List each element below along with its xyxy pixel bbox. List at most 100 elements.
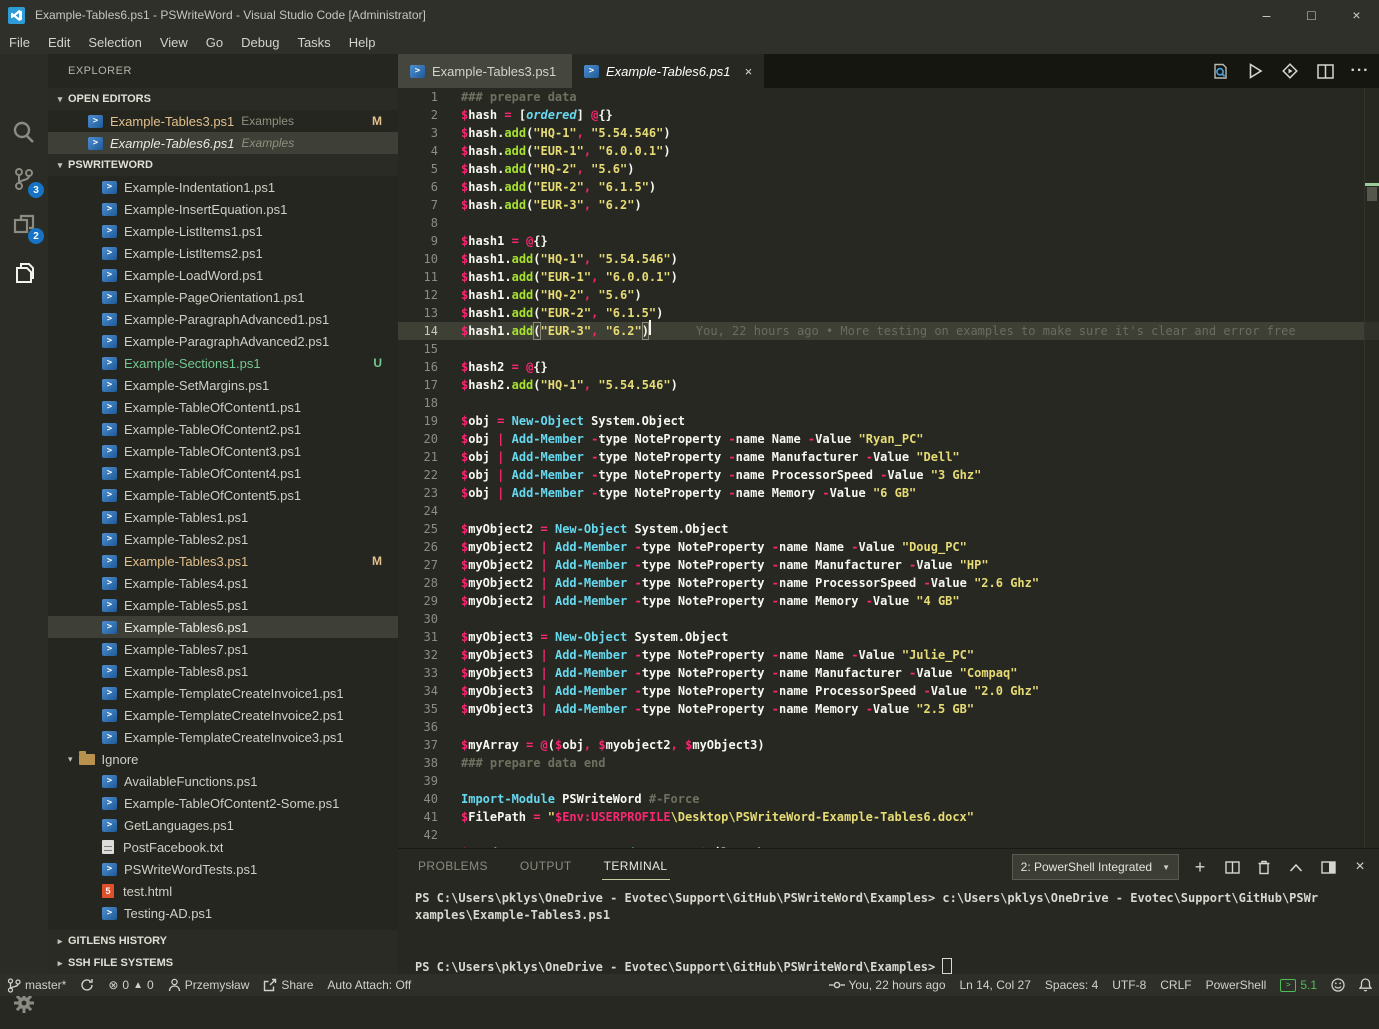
- code-line[interactable]: 7$hash.add("EUR-3", "6.2"): [398, 196, 1379, 214]
- editor-tab[interactable]: >Example-Tables6.ps1×: [572, 54, 764, 88]
- gitlens-icon[interactable]: [1277, 58, 1303, 84]
- menu-selection[interactable]: Selection: [79, 32, 150, 53]
- code-line[interactable]: 18: [398, 394, 1379, 412]
- panel-tab-terminal[interactable]: TERMINAL: [602, 853, 670, 880]
- split-terminal-icon[interactable]: [1221, 856, 1243, 878]
- folder-row[interactable]: ▾Ignore: [48, 748, 398, 770]
- file-row[interactable]: >GetLanguages.ps1: [48, 814, 398, 836]
- file-row[interactable]: >Example-TableOfContent1.ps1: [48, 396, 398, 418]
- code-line[interactable]: 1### prepare data: [398, 88, 1379, 106]
- menu-view[interactable]: View: [151, 32, 197, 53]
- code-line[interactable]: 14$hash1.add("EUR-3", "6.2")You, 22 hour…: [398, 322, 1379, 340]
- file-row[interactable]: >Example-ParagraphAdvanced2.ps1: [48, 330, 398, 352]
- editor-scrollbar[interactable]: [1364, 88, 1379, 848]
- folder-section-header[interactable]: ▾ PSWRITEWORD: [48, 154, 398, 176]
- file-row[interactable]: >Example-TemplateCreateInvoice1.ps1: [48, 682, 398, 704]
- code-line[interactable]: 41$FilePath = "$Env:USERPROFILE\Desktop\…: [398, 808, 1379, 826]
- code-line[interactable]: 3$hash.add("HQ-1", "5.54.546"): [398, 124, 1379, 142]
- code-line[interactable]: 9$hash1 = @{}: [398, 232, 1379, 250]
- status-item[interactable]: [1324, 974, 1352, 996]
- file-row[interactable]: >Example-LoadWord.ps1: [48, 264, 398, 286]
- menu-help[interactable]: Help: [340, 32, 385, 53]
- file-row[interactable]: >Example-ListItems1.ps1: [48, 220, 398, 242]
- code-line[interactable]: 24: [398, 502, 1379, 520]
- code-line[interactable]: 39: [398, 772, 1379, 790]
- code-line[interactable]: 33$myObject3 | Add-Member -type NoteProp…: [398, 664, 1379, 682]
- more-actions-icon[interactable]: ···: [1347, 58, 1373, 84]
- file-row[interactable]: >Example-Tables5.ps1: [48, 594, 398, 616]
- panel-tab-output[interactable]: OUTPUT: [518, 853, 574, 879]
- file-row[interactable]: >Example-Tables2.ps1: [48, 528, 398, 550]
- terminal-selector[interactable]: 2: PowerShell Integrated ▼: [1012, 854, 1179, 880]
- code-line[interactable]: 40Import-Module PSWriteWord #-Force: [398, 790, 1379, 808]
- file-row[interactable]: >Testing-AD.ps1: [48, 902, 398, 924]
- file-row[interactable]: >Example-ParagraphAdvanced1.ps1: [48, 308, 398, 330]
- open-changes-icon[interactable]: [1207, 58, 1233, 84]
- menu-debug[interactable]: Debug: [232, 32, 288, 53]
- menu-file[interactable]: File: [0, 32, 39, 53]
- file-row[interactable]: >Example-TableOfContent4.ps1: [48, 462, 398, 484]
- open-editor-item[interactable]: >Example-Tables3.ps1ExamplesM: [48, 110, 398, 132]
- code-line[interactable]: 35$myObject3 | Add-Member -type NoteProp…: [398, 700, 1379, 718]
- terminal[interactable]: PS C:\Users\pklys\OneDrive - Evotec\Supp…: [398, 883, 1379, 1029]
- file-row[interactable]: >Example-ListItems2.ps1: [48, 242, 398, 264]
- file-row[interactable]: >Example-Sections1.ps1U: [48, 352, 398, 374]
- status-item-you-22-hours-ago[interactable]: You, 22 hours ago: [822, 974, 953, 996]
- code-line[interactable]: 37$myArray = @($obj, $myobject2, $myObje…: [398, 736, 1379, 754]
- panel-tab-problems[interactable]: PROBLEMS: [416, 853, 490, 879]
- code-line[interactable]: 23$obj | Add-Member -type NoteProperty -…: [398, 484, 1379, 502]
- code-line[interactable]: 15: [398, 340, 1379, 358]
- split-editor-icon[interactable]: [1312, 58, 1338, 84]
- code-line[interactable]: 2$hash = [ordered] @{}: [398, 106, 1379, 124]
- file-row[interactable]: >Example-SetMargins.ps1: [48, 374, 398, 396]
- status-item-ln-14-col-27[interactable]: Ln 14, Col 27: [953, 974, 1038, 996]
- code-line[interactable]: 32$myObject3 | Add-Member -type NoteProp…: [398, 646, 1379, 664]
- file-row[interactable]: >Example-TemplateCreateInvoice2.ps1: [48, 704, 398, 726]
- open-editors-header[interactable]: ▾ OPEN EDITORS: [48, 88, 398, 110]
- menu-edit[interactable]: Edit: [39, 32, 79, 53]
- file-row[interactable]: >Example-TemplateCreateInvoice3.ps1: [48, 726, 398, 748]
- file-row[interactable]: >Example-Tables1.ps1: [48, 506, 398, 528]
- file-row[interactable]: >PSWriteWordTests.ps1: [48, 858, 398, 880]
- explorer-icon[interactable]: [0, 252, 48, 294]
- file-row[interactable]: >Example-PageOrientation1.ps1: [48, 286, 398, 308]
- menu-tasks[interactable]: Tasks: [288, 32, 339, 53]
- status-item[interactable]: [73, 974, 101, 996]
- editor-tab[interactable]: >Example-Tables3.ps1: [398, 54, 572, 88]
- code-line[interactable]: 17$hash2.add("HQ-1", "5.54.546"): [398, 376, 1379, 394]
- status-item-auto-attach-off[interactable]: Auto Attach: Off: [320, 974, 418, 996]
- close-panel-icon[interactable]: ×: [1349, 856, 1371, 878]
- file-row[interactable]: >Example-Tables4.ps1: [48, 572, 398, 594]
- code-line[interactable]: 34$myObject3 | Add-Member -type NoteProp…: [398, 682, 1379, 700]
- code-line[interactable]: 16$hash2 = @{}: [398, 358, 1379, 376]
- code-line[interactable]: 13$hash1.add("EUR-2", "6.1.5"): [398, 304, 1379, 322]
- code-editor[interactable]: 1### prepare data2$hash = [ordered] @{}3…: [398, 88, 1379, 848]
- code-line[interactable]: 38### prepare data end: [398, 754, 1379, 772]
- status-item-crlf[interactable]: CRLF: [1153, 974, 1198, 996]
- file-row[interactable]: >Example-TableOfContent2-Some.ps1: [48, 792, 398, 814]
- close-button[interactable]: ×: [1334, 0, 1379, 30]
- toggle-panel-position-icon[interactable]: [1317, 856, 1339, 878]
- source-control-icon[interactable]: 3: [0, 158, 48, 200]
- status-item-share[interactable]: Share: [256, 974, 320, 996]
- code-line[interactable]: 11$hash1.add("EUR-1", "6.0.0.1"): [398, 268, 1379, 286]
- code-line[interactable]: 10$hash1.add("HQ-1", "5.54.546"): [398, 250, 1379, 268]
- code-line[interactable]: 36: [398, 718, 1379, 736]
- code-line[interactable]: 28$myObject2 | Add-Member -type NoteProp…: [398, 574, 1379, 592]
- code-line[interactable]: 29$myObject2 | Add-Member -type NoteProp…: [398, 592, 1379, 610]
- code-line[interactable]: 22$obj | Add-Member -type NoteProperty -…: [398, 466, 1379, 484]
- code-line[interactable]: 21$obj | Add-Member -type NoteProperty -…: [398, 448, 1379, 466]
- maximize-button[interactable]: □: [1289, 0, 1334, 30]
- code-line[interactable]: 26$myObject2 | Add-Member -type NoteProp…: [398, 538, 1379, 556]
- status-item-0[interactable]: ⊗0▲0: [101, 974, 160, 996]
- file-row[interactable]: >Example-InsertEquation.ps1: [48, 198, 398, 220]
- file-row[interactable]: >AvailableFunctions.ps1: [48, 770, 398, 792]
- scrollbar-thumb[interactable]: [1367, 187, 1377, 201]
- code-line[interactable]: 20$obj | Add-Member -type NoteProperty -…: [398, 430, 1379, 448]
- code-line[interactable]: 6$hash.add("EUR-2", "6.1.5"): [398, 178, 1379, 196]
- file-row[interactable]: >Example-TableOfContent2.ps1: [48, 418, 398, 440]
- run-script-icon[interactable]: [1242, 58, 1268, 84]
- status-item-powershell[interactable]: PowerShell: [1199, 974, 1274, 996]
- code-line[interactable]: 19$obj = New-Object System.Object: [398, 412, 1379, 430]
- code-line[interactable]: 31$myObject3 = New-Object System.Object: [398, 628, 1379, 646]
